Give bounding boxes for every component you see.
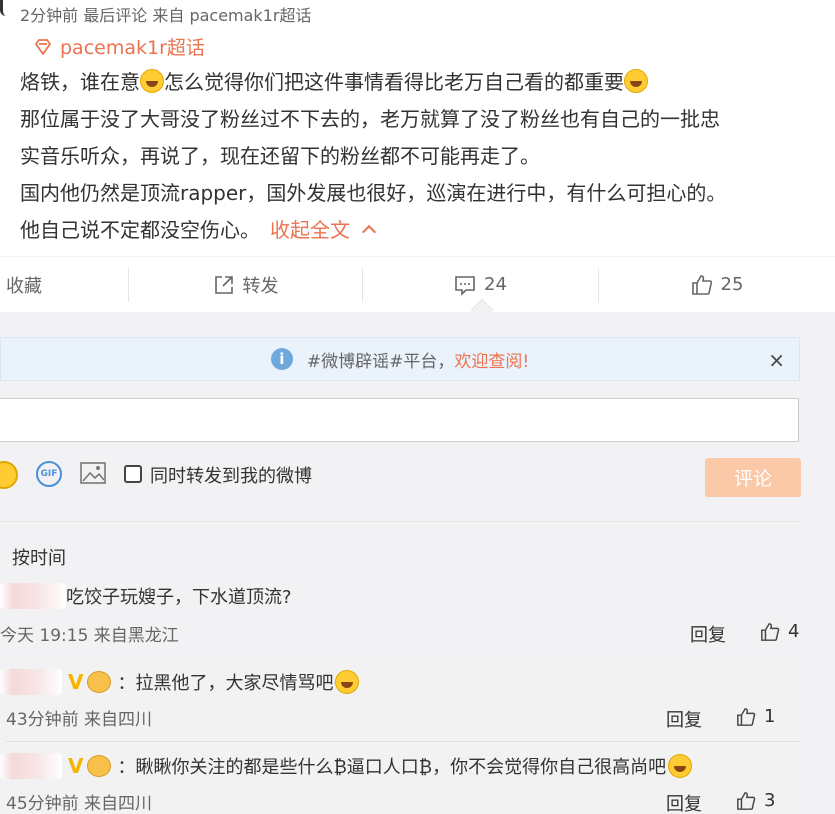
thumbs-up-icon <box>691 274 712 295</box>
reply-item: V ：拉黑他了，大家尽情骂吧 43分钟前 来自四川 回复 1 <box>0 659 800 743</box>
reply-item: V ：瞅瞅你关注的都是些什么₿逼口人口₿，你不会觉得你自己很高尚吧 45分钟前 … <box>0 743 800 814</box>
comment-button[interactable]: 24 <box>362 267 598 302</box>
comment-text: 吃饺子玩嫂子，下水道顶流? <box>66 587 292 608</box>
notice-link[interactable]: 欢迎查阅! <box>454 347 529 372</box>
submit-comment-button[interactable]: 评论 <box>705 458 801 497</box>
comment-count: 24 <box>484 274 507 295</box>
thumbs-up-icon <box>737 791 756 810</box>
laugh-emoji-icon <box>668 754 693 778</box>
divider <box>0 521 800 522</box>
post-line: 烙铁，谁在意 <box>20 70 140 94</box>
reply-button[interactable]: 回复 <box>666 790 702 814</box>
favorite-label: 收藏 <box>6 275 42 297</box>
reply-button[interactable]: 回复 <box>690 621 726 647</box>
reply-meta: 43分钟前 来自四川 <box>6 710 153 730</box>
collapse-link[interactable]: 收起全文 <box>270 218 350 242</box>
corner-mark <box>0 0 6 16</box>
replies-box: V ：拉黑他了，大家尽情骂吧 43分钟前 来自四川 回复 1 V ：瞅瞅你关注的… <box>0 659 800 814</box>
laugh-emoji-icon <box>624 69 648 93</box>
post-line: 那位属于没了大哥没了粉丝过不下去的，老万就算了没了粉丝也有自己的一批忠 <box>20 107 720 131</box>
reply-like-count: 3 <box>764 790 776 811</box>
chevron-up-icon[interactable] <box>361 224 377 240</box>
post-card: 2分钟前 最后评论 来自 pacemak1r超话 pacemak1r超话 烙铁，… <box>0 0 835 312</box>
favorite-button[interactable]: 收藏 <box>0 268 128 302</box>
post-meta: 2分钟前 最后评论 来自 pacemak1r超话 <box>20 6 312 25</box>
image-icon[interactable] <box>80 461 106 485</box>
reply-line: V ：拉黑他了，大家尽情骂吧 <box>0 669 360 695</box>
like-button[interactable]: 25 <box>598 267 835 302</box>
comment-meta: 今天 19:15 来自黑龙江 <box>0 626 179 646</box>
reply-button[interactable]: 回复 <box>666 706 702 732</box>
blurred-username <box>0 669 62 695</box>
repost-button[interactable]: 转发 <box>128 267 362 302</box>
crown-icon <box>87 755 112 777</box>
diamond-icon <box>34 38 52 55</box>
like-count: 25 <box>720 274 744 295</box>
divider <box>6 741 800 742</box>
repost-checkbox-label: 同时转发到我的微博 <box>150 466 312 487</box>
comment-like-count: 4 <box>788 621 800 642</box>
thumbs-up-icon <box>737 707 756 726</box>
action-bar: 收藏 转发 24 25 <box>0 256 835 312</box>
reply-like-button[interactable]: 3 <box>736 790 775 811</box>
emoji-icon[interactable] <box>0 461 18 489</box>
reply-like-button[interactable]: 1 <box>736 706 775 727</box>
comment-input[interactable] <box>0 398 799 442</box>
comment-line: 吃饺子玩嫂子，下水道顶流? <box>0 583 292 609</box>
blurred-username <box>0 753 62 779</box>
reply-line: V ：瞅瞅你关注的都是些什么₿逼口人口₿，你不会觉得你自己很高尚吧 <box>0 753 693 779</box>
rumor-notice: i #微博辟谣#平台， 欢迎查阅! × <box>0 337 800 381</box>
repost-label: 转发 <box>242 275 279 297</box>
gif-icon[interactable]: GIF <box>36 461 62 487</box>
reply-meta: 45分钟前 来自四川 <box>6 794 153 814</box>
reply-like-count: 1 <box>764 706 776 727</box>
crown-icon <box>87 671 112 693</box>
comment-like-button[interactable]: 4 <box>760 621 799 642</box>
post-line: 国内他仍然是顶流rapper，国外发展也很好，巡演在进行中，有什么可担心的。 <box>20 181 727 205</box>
close-icon[interactable]: × <box>768 348 785 372</box>
reply-text: ：拉黑他了，大家尽情骂吧 <box>117 673 334 694</box>
verified-badge: V <box>68 670 84 694</box>
comment-icon <box>455 275 475 296</box>
share-icon <box>214 275 233 294</box>
post-body: 烙铁，谁在意 怎么觉得你们把这件事情看得比老万自己看的都重要 那位属于没了大哥没了… <box>20 64 810 249</box>
sort-by-time[interactable]: 按时间 <box>12 544 66 570</box>
supertopic-label: pacemak1r超话 <box>60 37 205 59</box>
notice-text: #微博辟谣#平台， <box>306 351 455 372</box>
laugh-emoji-icon <box>140 69 164 93</box>
blurred-username <box>0 583 66 609</box>
thumbs-up-icon <box>761 622 780 641</box>
info-icon: i <box>270 348 293 370</box>
composer-toolbar: GIF 同时转发到我的微博 评论 <box>0 458 801 498</box>
post-line: 实音乐听众，再说了，现在还留下的粉丝都不可能再走了。 <box>20 144 540 168</box>
verified-badge: V <box>68 754 84 778</box>
reply-text: ：瞅瞅你关注的都是些什么₿逼口人口₿，你不会觉得你自己很高尚吧 <box>117 757 667 778</box>
pray-emoji-icon <box>335 670 360 694</box>
post-line: 他自己说不定都没空伤心。 <box>20 218 260 242</box>
supertopic-link[interactable]: pacemak1r超话 <box>34 33 205 60</box>
post-line: 怎么觉得你们把这件事情看得比老万自己看的都重要 <box>164 70 624 94</box>
repost-checkbox[interactable] <box>124 465 142 483</box>
